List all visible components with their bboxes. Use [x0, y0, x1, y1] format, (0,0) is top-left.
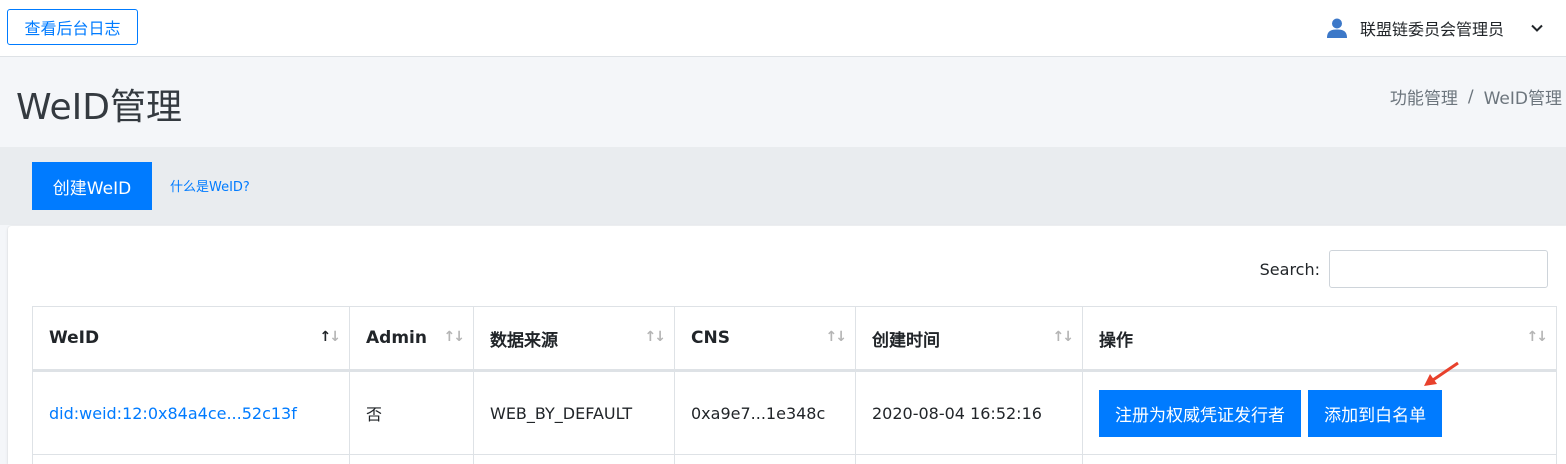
column-label: Admin [366, 328, 427, 348]
search-label: Search: [1259, 260, 1320, 279]
column-label: 操作 [1099, 330, 1133, 351]
create-weid-button[interactable]: 创建WeID [32, 162, 152, 210]
breadcrumb: 功能管理 / WeID管理 [1390, 84, 1562, 110]
column-header-actions[interactable]: 操作 ↑↓ [1082, 306, 1557, 372]
cell-created: 2020-08-04 16:52:16 [855, 370, 1083, 455]
sort-icon: ↑↓ [1052, 329, 1075, 345]
breadcrumb-item-function-management[interactable]: 功能管理 [1390, 84, 1458, 109]
cell-source: WEB_BY_DEFAULT [473, 370, 675, 455]
weid-link[interactable]: did:weid:12:0x84a4ce...52c13f [49, 404, 297, 423]
cell-weid: did:weid:12:0x84a4ce...52c13f [32, 370, 350, 455]
register-issuer-button[interactable]: 注册为权威凭证发行者 [1099, 389, 1301, 437]
column-header-created[interactable]: 创建时间 ↑↓ [855, 306, 1083, 372]
column-header-source[interactable]: 数据来源 ↑↓ [473, 306, 675, 372]
weid-table-card: Search: WeID ↑↓ Admin ↑↓ 数据来源 ↑↓ CNS ↑↓ 创建时间… [8, 226, 1566, 464]
column-header-cns[interactable]: CNS ↑↓ [674, 306, 856, 372]
sort-icon: ↑↓ [1526, 329, 1549, 345]
what-is-weid-link[interactable]: 什么是WeID? [170, 176, 250, 195]
view-log-button[interactable]: 查看后台日志 [7, 9, 138, 45]
sort-icon: ↑↓ [443, 329, 466, 345]
add-to-whitelist-button[interactable]: 添加到白名单 [1308, 389, 1443, 437]
column-header-admin[interactable]: Admin ↑↓ [349, 306, 474, 372]
sort-icon: ↑↓ [319, 329, 342, 345]
top-navbar: 查看后台日志 联盟链委员会管理员 [0, 0, 1566, 57]
table-header-row: WeID ↑↓ Admin ↑↓ 数据来源 ↑↓ CNS ↑↓ 创建时间 ↑↓ 操作 ↑↓ [32, 306, 1557, 372]
breadcrumb-item-weid-management: WeID管理 [1483, 89, 1562, 109]
table-row [32, 454, 1557, 464]
action-bar: 创建WeID 什么是WeID? [0, 147, 1566, 225]
sort-icon: ↑↓ [825, 329, 848, 345]
column-header-weid[interactable]: WeID ↑↓ [32, 306, 350, 372]
table-row: did:weid:12:0x84a4ce...52c13f 否 WEB_BY_D… [32, 370, 1557, 455]
column-label: 数据来源 [490, 330, 558, 351]
cell-actions: 注册为权威凭证发行者 添加到白名单 [1082, 370, 1557, 455]
annotation-arrow-icon [1424, 361, 1459, 386]
column-label: 创建时间 [872, 330, 940, 351]
page-title: WeID管理 [16, 87, 182, 128]
cell-admin: 否 [349, 370, 474, 455]
breadcrumb-separator: / [1467, 86, 1474, 107]
user-menu[interactable]: 联盟链委员会管理员 [1326, 14, 1544, 42]
column-label: CNS [691, 328, 730, 348]
user-name: 联盟链委员会管理员 [1359, 20, 1504, 39]
column-label: WeID [49, 328, 100, 348]
user-icon [1326, 18, 1347, 38]
chevron-down-icon[interactable] [1530, 21, 1544, 35]
cell-cns: 0xa9e7...1e348c [674, 370, 856, 455]
search-input[interactable] [1329, 250, 1548, 288]
sort-icon: ↑↓ [644, 329, 667, 345]
weid-table: WeID ↑↓ Admin ↑↓ 数据来源 ↑↓ CNS ↑↓ 创建时间 ↑↓ 操作 ↑↓ … [32, 306, 1557, 464]
